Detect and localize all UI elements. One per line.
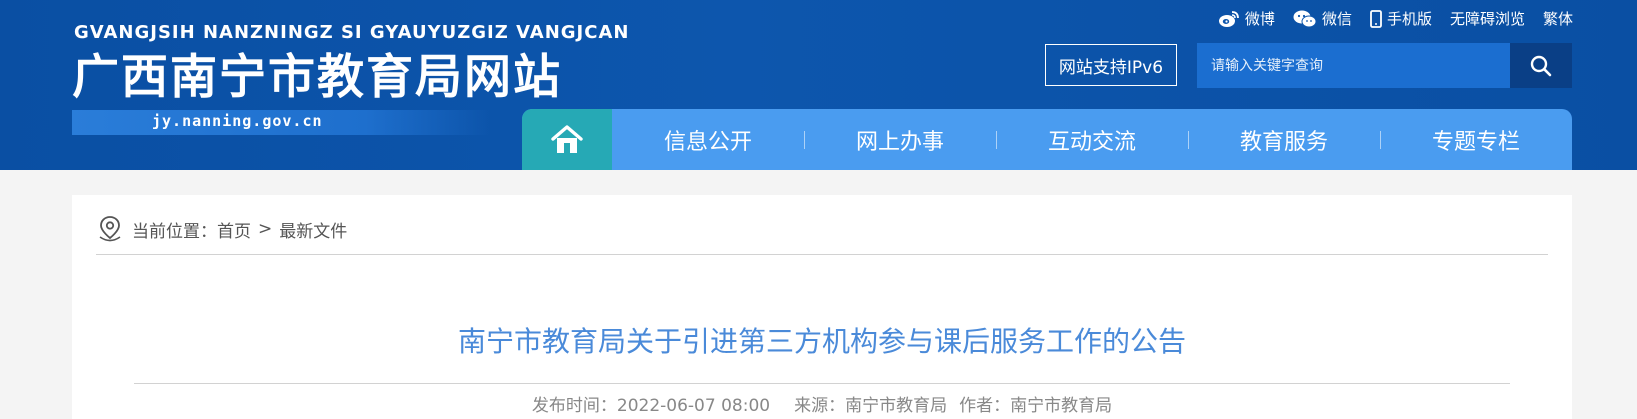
nav-home[interactable] (522, 109, 612, 170)
main-nav: 信息公开 网上办事 互动交流 教育服务 专题专栏 (522, 109, 1572, 170)
breadcrumb-home[interactable]: 首页 (217, 217, 251, 242)
top-link-label: 繁体 (1542, 10, 1573, 28)
nav-item-online-services[interactable]: 网上办事 (804, 109, 996, 170)
top-link-label: 手机版 (1386, 10, 1432, 28)
nav-item-special-topics[interactable]: 专题专栏 (1380, 109, 1572, 170)
breadcrumb: 当前位置： 首页 > 最新文件 (96, 215, 347, 243)
top-link-label: 微信 (1321, 10, 1352, 28)
weibo-icon (1218, 10, 1239, 27)
top-links: 微博 微信 手机版 无障碍浏览 繁体 (1218, 8, 1573, 29)
nav-item-education-services[interactable]: 教育服务 (1188, 109, 1380, 170)
top-link-wechat[interactable]: 微信 (1293, 8, 1352, 29)
search-icon (1530, 55, 1552, 76)
logo-domain: jy.nanning.gov.cn (152, 112, 323, 130)
author: 南宁市教育局 (1010, 396, 1113, 416)
location-pin-icon (99, 216, 121, 242)
top-link-traditional[interactable]: 繁体 (1543, 8, 1573, 29)
logo-pinyin: GVANGJSIH NANZNINGZ SI GYAUYUZGIZ VANGJC… (74, 22, 630, 43)
breadcrumb-latest-files[interactable]: 最新文件 (279, 217, 347, 242)
site-header: GVANGJSIH NANZNINGZ SI GYAUYUZGIZ VANGJC… (0, 0, 1637, 170)
breadcrumb-separator: > (258, 219, 273, 239)
nav-item-info-disclosure[interactable]: 信息公开 (612, 109, 804, 170)
mobile-icon (1370, 9, 1382, 28)
nav-item-interaction[interactable]: 互动交流 (996, 109, 1188, 170)
top-link-accessibility[interactable]: 无障碍浏览 (1450, 8, 1525, 29)
top-link-label: 无障碍浏览 (1449, 10, 1525, 28)
ipv6-badge[interactable]: 网站支持IPv6 (1045, 44, 1177, 86)
publish-time: 2022-06-07 08:00 (616, 396, 771, 416)
search-button[interactable] (1510, 43, 1572, 88)
article-title: 南宁市教育局关于引进第三方机构参与课后服务工作的公告 (457, 325, 1186, 358)
top-link-label: 微博 (1244, 10, 1275, 28)
wechat-icon (1293, 10, 1317, 27)
publish-time-label: 发布时间： (531, 396, 617, 416)
source-label: 来源： (794, 396, 846, 416)
search-box (1197, 43, 1572, 88)
article-meta: 发布时间：2022-06-07 08:00 来源：南宁市教育局 作者：南宁市教育局 (72, 391, 1572, 416)
article-container: 当前位置： 首页 > 最新文件 南宁市教育局关于引进第三方机构参与课后服务工作的… (72, 195, 1572, 419)
title-divider (134, 383, 1510, 384)
search-input[interactable] (1197, 43, 1510, 88)
breadcrumb-divider (96, 254, 1548, 255)
logo-title: 广西南宁市教育局网站 (72, 50, 562, 105)
home-icon (551, 124, 583, 153)
source: 南宁市教育局 (845, 396, 948, 416)
top-link-mobile[interactable]: 手机版 (1370, 8, 1432, 29)
author-label: 作者： (959, 396, 1011, 416)
site-logo[interactable]: GVANGJSIH NANZNINGZ SI GYAUYUZGIZ VANGJC… (72, 22, 628, 137)
top-link-weibo[interactable]: 微博 (1218, 8, 1275, 29)
breadcrumb-prefix: 当前位置： (132, 221, 217, 242)
